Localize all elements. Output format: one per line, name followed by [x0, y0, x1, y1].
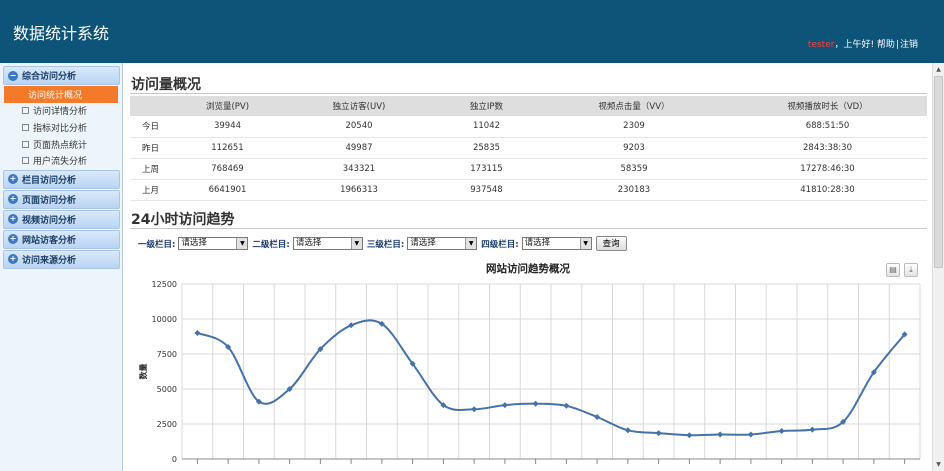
plus-circle-icon: +: [8, 254, 18, 265]
vertical-scrollbar[interactable]: ▲ ▼: [932, 63, 944, 471]
plus-circle-icon: +: [8, 174, 18, 185]
scroll-up-arrow-icon[interactable]: ▲: [933, 64, 944, 75]
data-point: [532, 400, 539, 407]
square-bullet-icon: [22, 157, 29, 165]
data-point: [194, 330, 201, 336]
sidebar: − 综合访问分析 访问统计概况 访问详情分析 指标对比分析 页面热点统计 用户流…: [0, 63, 123, 471]
y-tick-label: 12500: [152, 280, 177, 289]
sidebar-item-label: 访问统计概况: [28, 90, 83, 101]
data-point: [594, 414, 601, 420]
y-tick-label: 10000: [152, 315, 177, 324]
y-tick-label: 0: [172, 455, 177, 464]
sidebar-group-label: 访问来源分析: [22, 255, 77, 266]
sidebar-group-overall[interactable]: − 综合访问分析: [3, 66, 120, 85]
app-title: 数据统计系统: [13, 24, 110, 43]
y-tick-label: 2500: [157, 420, 177, 429]
sidebar-group-source[interactable]: + 访问来源分析: [3, 249, 120, 269]
printer-icon[interactable]: ▤: [886, 263, 900, 277]
data-point: [686, 432, 693, 439]
sidebar-item-visit-detail[interactable]: 访问详情分析: [0, 103, 122, 120]
data-point: [778, 428, 785, 434]
sidebar-item-metric-compare[interactable]: 指标对比分析: [0, 119, 122, 136]
sidebar-group-visitor[interactable]: + 网站访客分析: [3, 229, 120, 249]
download-icon[interactable]: ⤓: [904, 263, 918, 277]
sidebar-item-label: 指标对比分析: [33, 123, 88, 134]
sidebar-group-label: 网站访客分析: [22, 235, 77, 246]
sidebar-group-page[interactable]: + 页面访问分析: [3, 189, 120, 209]
user-area: tester，上午好! 帮助|注销: [808, 37, 918, 50]
sidebar-group-label: 视频访问分析: [22, 215, 77, 226]
sidebar-group-video[interactable]: + 视频访问分析: [3, 209, 120, 229]
square-bullet-icon: [22, 123, 29, 131]
data-point: [348, 322, 355, 329]
sidebar-group-label: 栏目访问分析: [22, 175, 77, 186]
minus-circle-icon: −: [8, 70, 18, 81]
data-point: [501, 402, 508, 409]
y-tick-label: 5000: [157, 385, 177, 394]
sidebar-item-user-churn[interactable]: 用户流失分析: [0, 152, 122, 169]
main-content: 访问量概况 浏览量(PV) 独立访客(UV) 独立IP数 视频点击量（VV） 视…: [124, 63, 932, 471]
logout-link[interactable]: 注销: [900, 40, 918, 50]
sidebar-group-column[interactable]: + 栏目访问分析: [3, 169, 120, 189]
chart-title: 网站访问趋势概况: [486, 263, 570, 275]
scroll-thumb[interactable]: [934, 76, 943, 268]
y-tick-label: 7500: [157, 350, 177, 359]
sidebar-item-label: 访问详情分析: [33, 107, 88, 118]
square-bullet-icon: [22, 107, 29, 115]
data-point: [563, 402, 570, 409]
plus-circle-icon: +: [8, 234, 18, 245]
app-header: 数据统计系统 tester，上午好! 帮助|注销: [0, 0, 944, 63]
data-point: [747, 431, 754, 438]
help-link[interactable]: 帮助: [877, 40, 895, 50]
data-point: [809, 426, 816, 433]
greeting-text: ，上午好!: [834, 40, 875, 50]
data-point: [624, 427, 631, 434]
square-bullet-icon: [22, 140, 29, 148]
scroll-down-arrow-icon[interactable]: ▼: [933, 459, 944, 470]
sidebar-item-visit-overview[interactable]: 访问统计概况: [4, 86, 118, 103]
sidebar-item-page-hotspot[interactable]: 页面热点统计: [0, 136, 122, 153]
sidebar-group-label: 页面访问分析: [22, 195, 77, 206]
sidebar-item-label: 页面热点统计: [33, 140, 88, 151]
data-point: [471, 406, 478, 413]
y-axis-label: 数量: [138, 364, 148, 380]
plus-circle-icon: +: [8, 194, 18, 205]
data-point: [717, 431, 724, 438]
sidebar-item-label: 用户流失分析: [33, 157, 88, 168]
plus-circle-icon: +: [8, 214, 18, 225]
sidebar-group-label: 综合访问分析: [22, 72, 77, 82]
user-name[interactable]: tester: [808, 40, 835, 50]
data-point: [655, 430, 662, 437]
